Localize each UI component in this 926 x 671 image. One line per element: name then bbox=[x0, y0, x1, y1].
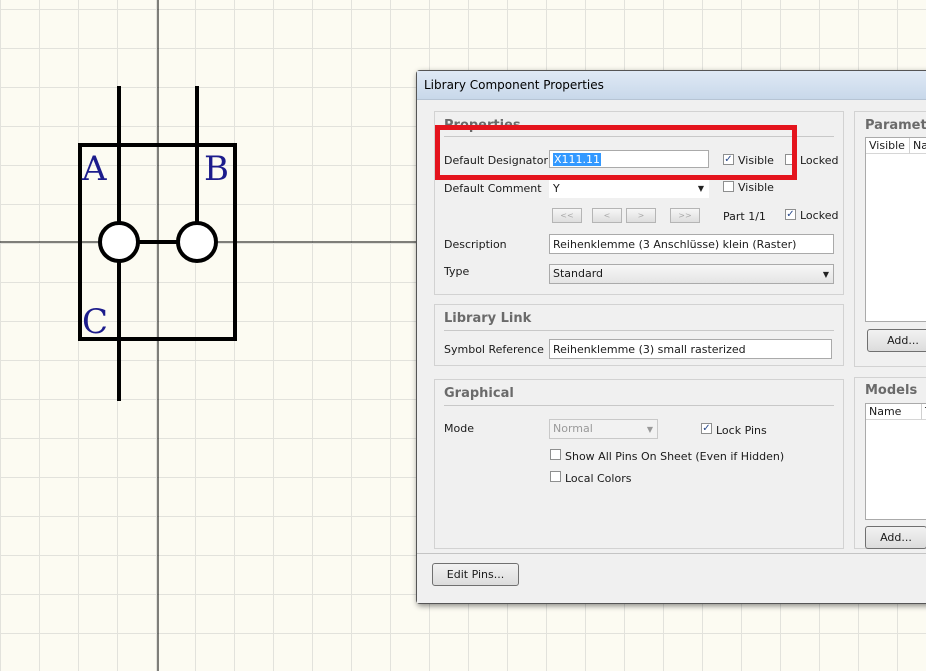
default-comment-label: Default Comment bbox=[444, 182, 542, 195]
models-list[interactable]: Name T bbox=[865, 403, 926, 520]
library-link-group-title: Library Link bbox=[444, 311, 532, 326]
chevron-down-icon: ▼ bbox=[646, 425, 653, 434]
pin-label-b: B bbox=[204, 149, 229, 189]
designator-locked-label: Locked bbox=[800, 154, 839, 167]
parameters-group-title: Parameters bbox=[865, 118, 926, 133]
type-label: Type bbox=[444, 265, 470, 278]
mode-select[interactable]: Normal ▼ bbox=[549, 419, 658, 439]
comment-visible-checkbox[interactable] bbox=[723, 181, 734, 192]
last-part-button[interactable]: >> bbox=[670, 208, 700, 223]
previous-part-button[interactable]: < bbox=[592, 208, 622, 223]
graphical-group: Graphical Mode Normal ▼ ✓ Lock Pins Show… bbox=[434, 379, 844, 549]
symbol-reference-input[interactable]: Reihenklemme (3) small rasterized bbox=[549, 339, 832, 359]
terminal-b-circle bbox=[176, 221, 218, 263]
parameters-col-visible[interactable]: Visible bbox=[866, 138, 910, 154]
type-value: Standard bbox=[553, 267, 604, 280]
dialog-title: Library Component Properties bbox=[424, 78, 604, 92]
models-group: Models Name T Add... bbox=[854, 377, 926, 549]
edit-pins-button[interactable]: Edit Pins... bbox=[432, 563, 519, 586]
parameters-group: Parameters Visible Na Add... bbox=[854, 111, 926, 367]
chevron-down-icon: ▼ bbox=[697, 184, 704, 193]
library-link-divider bbox=[444, 330, 834, 331]
dialog-titlebar[interactable]: Library Component Properties bbox=[417, 71, 926, 100]
comment-visible-label: Visible bbox=[738, 181, 774, 194]
part-indicator: Part 1/1 bbox=[723, 210, 766, 223]
dialog-footer: Edit Pins... bbox=[417, 554, 926, 603]
lock-pins-label: Lock Pins bbox=[716, 424, 767, 437]
chevron-down-icon: ▼ bbox=[822, 270, 829, 279]
description-label: Description bbox=[444, 238, 507, 251]
models-group-title: Models bbox=[865, 383, 918, 398]
lock-pins-checkbox[interactable]: ✓ bbox=[701, 423, 712, 434]
description-input[interactable]: Reihenklemme (3 Anschlüsse) klein (Raste… bbox=[549, 234, 834, 254]
parameters-col-name[interactable]: Na bbox=[910, 138, 926, 154]
pin-label-a: A bbox=[81, 149, 107, 189]
parameters-list[interactable]: Visible Na bbox=[865, 137, 926, 322]
type-select[interactable]: Standard ▼ bbox=[549, 264, 834, 284]
default-comment-value: Y bbox=[553, 182, 560, 195]
terminal-a-circle bbox=[98, 221, 140, 263]
local-colors-checkbox[interactable] bbox=[550, 471, 561, 482]
first-part-button[interactable]: << bbox=[552, 208, 582, 223]
show-all-pins-checkbox[interactable] bbox=[550, 449, 561, 460]
designator-highlight-box bbox=[435, 125, 797, 180]
part-locked-label: Locked bbox=[800, 209, 839, 222]
default-comment-combo[interactable]: Y ▼ bbox=[549, 179, 709, 198]
models-col-name[interactable]: Name bbox=[866, 404, 922, 420]
pin-label-c: C bbox=[82, 302, 108, 342]
graphical-divider bbox=[444, 405, 834, 406]
mode-value: Normal bbox=[553, 422, 593, 435]
next-part-button[interactable]: > bbox=[626, 208, 656, 223]
graphical-group-title: Graphical bbox=[444, 386, 514, 401]
show-all-pins-label: Show All Pins On Sheet (Even if Hidden) bbox=[565, 450, 785, 463]
parameters-add-button[interactable]: Add... bbox=[867, 329, 926, 352]
mode-label: Mode bbox=[444, 422, 474, 435]
part-locked-checkbox[interactable]: ✓ bbox=[785, 209, 796, 220]
library-link-group: Library Link Symbol Reference Reihenklem… bbox=[434, 304, 844, 366]
local-colors-label: Local Colors bbox=[565, 472, 632, 485]
models-add-button[interactable]: Add... bbox=[865, 526, 926, 549]
symbol-reference-label: Symbol Reference bbox=[444, 343, 544, 356]
models-col-type[interactable]: T bbox=[922, 404, 926, 420]
